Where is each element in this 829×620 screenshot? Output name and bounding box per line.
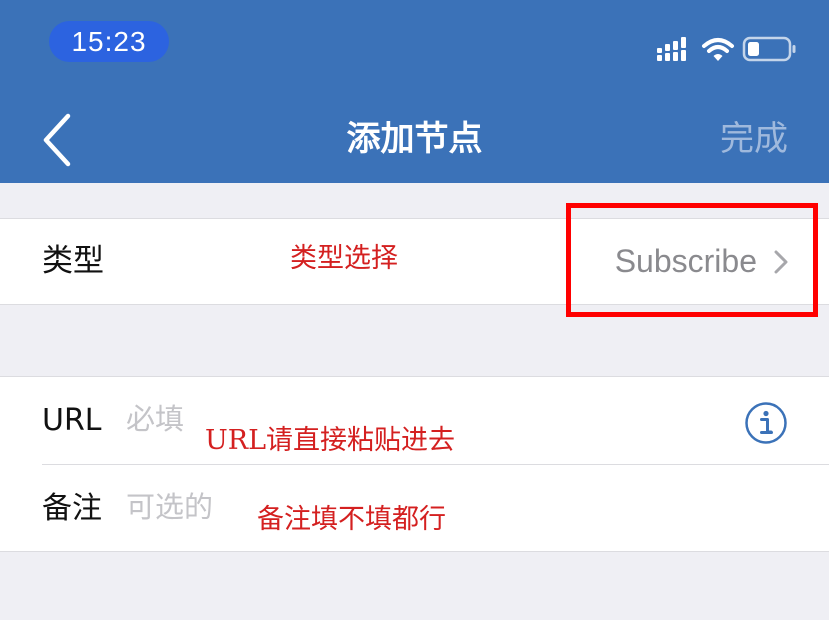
url-label: URL bbox=[42, 403, 102, 438]
note-label: 备注 bbox=[42, 491, 102, 526]
type-label: 类型 bbox=[42, 243, 104, 279]
url-annotation: URL请直接粘贴进去 bbox=[205, 425, 456, 456]
done-button[interactable]: 完成 bbox=[720, 113, 788, 165]
navigation-header: 15:23 添加节点 完成 bbox=[0, 0, 829, 183]
status-icons bbox=[655, 34, 800, 64]
highlight-box bbox=[566, 203, 818, 317]
info-icon[interactable] bbox=[744, 401, 788, 445]
type-annotation: 类型选择 bbox=[290, 243, 398, 274]
page-title: 添加节点 bbox=[346, 119, 483, 159]
wifi-icon bbox=[702, 38, 734, 61]
status-time: 15:23 bbox=[49, 21, 169, 62]
signal-icon bbox=[657, 37, 686, 61]
battery-icon bbox=[742, 36, 796, 62]
note-annotation: 备注填不填都行 bbox=[257, 504, 446, 535]
